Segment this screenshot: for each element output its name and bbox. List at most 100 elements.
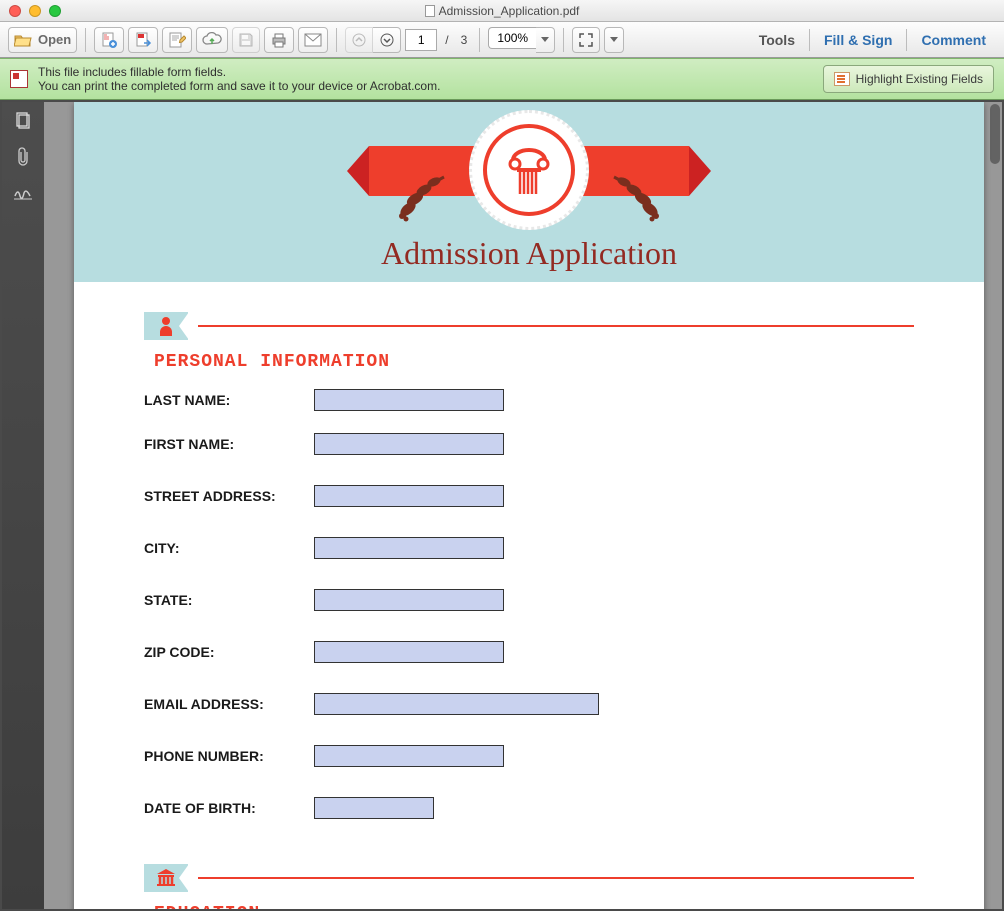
expand-icon [579, 33, 593, 47]
separator [906, 29, 907, 51]
separator [85, 28, 86, 52]
section-divider [144, 312, 914, 340]
label-zip: ZIP CODE: [144, 644, 314, 660]
create-pdf-icon [100, 31, 118, 49]
export-pdf-button[interactable] [128, 27, 158, 53]
page-total: 3 [457, 33, 472, 47]
read-mode-button[interactable] [572, 27, 600, 53]
arrow-down-icon [380, 33, 394, 47]
page-number-input[interactable] [405, 29, 437, 51]
save-icon [238, 32, 254, 48]
thumbnails-icon [14, 112, 32, 130]
page-up-button[interactable] [345, 27, 373, 53]
laurel-left-icon [374, 162, 454, 222]
notification-text: This file includes fillable form fields.… [38, 65, 823, 93]
open-button[interactable]: Open [8, 27, 77, 53]
page-nav-group [345, 27, 401, 53]
page-separator: / [441, 33, 452, 47]
section-title-personal: PERSONAL INFORMATION [154, 352, 904, 372]
create-pdf-button[interactable] [94, 27, 124, 53]
input-city[interactable] [314, 537, 504, 559]
pdf-form-icon [10, 70, 28, 88]
section-rule [198, 325, 914, 327]
main-toolbar: Open / 3 [0, 22, 1004, 58]
fill-sign-panel-button[interactable]: Fill & Sign [814, 32, 902, 48]
print-icon [270, 32, 288, 48]
view-menu-button[interactable] [604, 27, 624, 53]
cloud-upload-button[interactable] [196, 27, 228, 53]
input-last-name[interactable] [314, 389, 504, 411]
highlight-icon [834, 72, 850, 86]
label-dob: DATE OF BIRTH: [144, 800, 314, 816]
window-titlebar: Admission_Application.pdf [0, 0, 1004, 22]
label-city: CITY: [144, 540, 314, 556]
paperclip-icon [14, 147, 32, 167]
title-text: Admission_Application.pdf [439, 4, 580, 18]
label-street: STREET ADDRESS: [144, 488, 314, 504]
body: Admission Application PERSONAL INFORMATI… [0, 100, 1004, 911]
label-phone: PHONE NUMBER: [144, 748, 314, 764]
input-zip[interactable] [314, 641, 504, 663]
field-row-last-name: LAST NAME: [144, 384, 984, 416]
field-row-zip: ZIP CODE: [144, 636, 984, 668]
email-button[interactable] [298, 27, 328, 53]
separator [336, 28, 337, 52]
column-icon [499, 140, 559, 200]
input-first-name[interactable] [314, 433, 504, 455]
label-state: STATE: [144, 592, 314, 608]
export-pdf-icon [134, 31, 152, 49]
field-row-dob: DATE OF BIRTH: [144, 792, 984, 824]
field-row-phone: PHONE NUMBER: [144, 740, 984, 772]
pdf-file-icon [425, 5, 435, 17]
form-fields-notification: This file includes fillable form fields.… [0, 58, 1004, 100]
navigation-sidebar [2, 102, 44, 909]
input-dob[interactable] [314, 797, 434, 819]
section-title-education: EDUCATION [154, 904, 904, 909]
save-button[interactable] [232, 27, 260, 53]
page-down-button[interactable] [373, 27, 401, 53]
print-button[interactable] [264, 27, 294, 53]
comment-panel-button[interactable]: Comment [911, 32, 996, 48]
separator [809, 29, 810, 51]
notification-line2: You can print the completed form and sav… [38, 79, 823, 93]
seal [469, 110, 589, 230]
input-email[interactable] [314, 693, 599, 715]
separator [479, 28, 480, 52]
label-email: EMAIL ADDRESS: [144, 696, 314, 712]
thumbnails-panel-button[interactable] [12, 110, 34, 132]
zoom-input[interactable] [488, 27, 536, 49]
signatures-panel-button[interactable] [12, 182, 34, 204]
edit-icon [168, 31, 186, 49]
scrollbar-thumb[interactable] [990, 104, 1000, 164]
attachments-panel-button[interactable] [12, 146, 34, 168]
pdf-page: Admission Application PERSONAL INFORMATI… [74, 102, 984, 909]
separator [563, 28, 564, 52]
highlight-label: Highlight Existing Fields [856, 72, 983, 86]
education-section-icon [144, 864, 188, 892]
field-row-first-name: FIRST NAME: [144, 428, 984, 460]
person-section-icon [144, 312, 188, 340]
arrow-up-icon [352, 33, 366, 47]
zoom-group [488, 27, 555, 53]
notification-line1: This file includes fillable form fields. [38, 65, 823, 79]
label-last-name: LAST NAME: [144, 392, 314, 408]
open-label: Open [38, 32, 71, 47]
window-title: Admission_Application.pdf [0, 4, 1004, 18]
cloud-upload-icon [202, 32, 222, 48]
zoom-dropdown-button[interactable] [536, 27, 555, 53]
signature-icon [13, 185, 33, 201]
tools-panel-button[interactable]: Tools [749, 32, 805, 48]
chevron-down-icon [610, 37, 618, 43]
highlight-fields-button[interactable]: Highlight Existing Fields [823, 65, 994, 93]
section-divider [144, 864, 914, 892]
document-viewer: Admission Application PERSONAL INFORMATI… [44, 102, 1002, 909]
laurel-right-icon [604, 162, 684, 222]
field-row-state: STATE: [144, 584, 984, 616]
banner: Admission Application [74, 102, 984, 282]
input-state[interactable] [314, 589, 504, 611]
edit-pdf-button[interactable] [162, 27, 192, 53]
label-first-name: FIRST NAME: [144, 436, 314, 452]
input-phone[interactable] [314, 745, 504, 767]
field-row-street: STREET ADDRESS: [144, 480, 984, 512]
input-street[interactable] [314, 485, 504, 507]
